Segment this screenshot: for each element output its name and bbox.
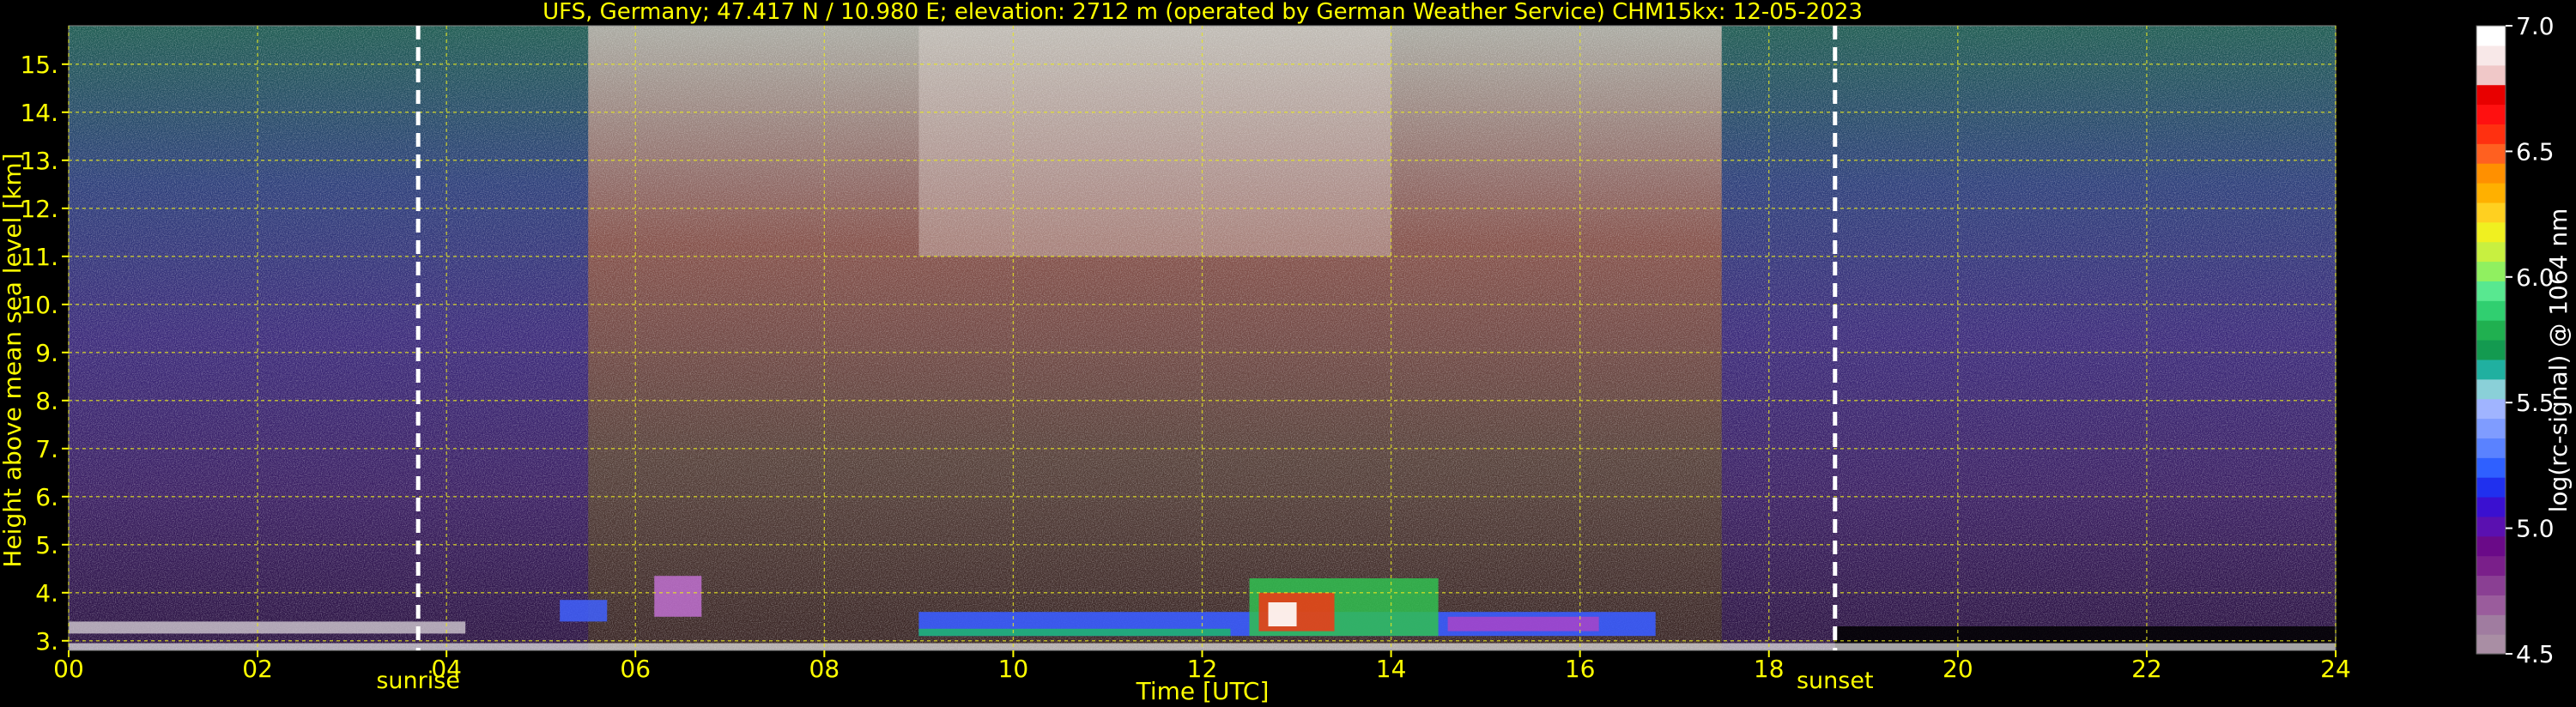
sunset-label: sunset (1797, 668, 1874, 694)
colorbar-segment (2476, 300, 2506, 321)
colorbar-segment (2476, 281, 2506, 301)
colorbar-segment (2476, 241, 2506, 263)
colorbar-segment (2476, 575, 2506, 595)
colorbar-segment (2476, 163, 2506, 184)
colorbar-segment (2476, 477, 2506, 498)
x-tick-label: 02 (242, 655, 273, 683)
x-tick-label: 06 (620, 655, 651, 683)
colorbar-segment (2476, 143, 2506, 164)
y-tick-label: 4. (35, 579, 58, 607)
colorbar-tick-label: 5.0 (2516, 515, 2555, 543)
colorbar-segment (2476, 438, 2506, 458)
colorbar-segment (2476, 221, 2506, 243)
y-tick-label: 14. (20, 99, 58, 127)
y-tick-label: 3. (35, 627, 58, 656)
y-tick-label: 8. (35, 387, 58, 415)
colorbar-segment (2476, 359, 2506, 380)
x-tick-label: 20 (1943, 655, 1973, 683)
colorbar-tick-label: 7.0 (2516, 12, 2555, 40)
colorbar-segment (2476, 340, 2506, 360)
colorbar-segment (2476, 497, 2506, 517)
boundary-layer-low (918, 628, 1231, 637)
ceilometer-chart: UFS, Germany; 47.417 N / 10.980 E; eleva… (0, 0, 2576, 707)
colorbar-segment (2476, 45, 2506, 66)
cloud-base (1268, 602, 1297, 626)
night-aerosol (69, 621, 466, 634)
colorbar-tick-label: 6.5 (2516, 137, 2555, 166)
colorbar-segment (2476, 398, 2506, 420)
chart-title: UFS, Germany; 47.417 N / 10.980 E; eleva… (542, 0, 1863, 25)
x-tick-label: 24 (2320, 655, 2351, 683)
y-tick-label: 6. (35, 483, 58, 511)
colorbar-segment (2476, 202, 2506, 223)
colorbar-segment (2476, 418, 2506, 438)
colorbar-segment (2476, 183, 2506, 203)
y-tick-label: 9. (35, 339, 58, 367)
y-axis-label: Height above mean sea level [km] (0, 153, 27, 567)
colorbar-segment (2476, 320, 2506, 341)
x-tick-label: 04 (431, 655, 462, 683)
colorbar-segment (2476, 555, 2506, 577)
morning-cloud (654, 576, 702, 617)
colorbar-tick-label: 4.5 (2516, 640, 2555, 668)
colorbar-segment (2476, 516, 2506, 537)
x-tick-label: 10 (998, 655, 1029, 683)
x-axis-label: Time [UTC] (1136, 677, 1270, 705)
y-tick-label: 7. (35, 435, 58, 463)
y-tick-label: 15. (20, 51, 58, 79)
colorbar-segment (2476, 634, 2506, 655)
colorbar-segment (2476, 457, 2506, 478)
x-tick-label: 18 (1754, 655, 1785, 683)
x-tick-label: 00 (53, 655, 84, 683)
colorbar-label: log(rc-signal) @ 1064 nm (2544, 208, 2573, 513)
aerosol-layer (1447, 616, 1599, 631)
colorbar-segment (2476, 104, 2506, 124)
y-tick-label: 5. (35, 531, 58, 559)
colorbar-segment (2476, 378, 2506, 400)
colorbar-segment (2476, 84, 2506, 106)
morning-layer (560, 600, 608, 622)
colorbar-segment (2476, 595, 2506, 615)
x-tick-label: 14 (1376, 655, 1407, 683)
x-tick-label: 08 (809, 655, 840, 683)
x-tick-label: 16 (1565, 655, 1596, 683)
colorbar-segment (2476, 261, 2506, 281)
colorbar-segment (2476, 614, 2506, 635)
colorbar-segment (2476, 26, 2506, 46)
colorbar-segment (2476, 64, 2506, 86)
colorbar-segment (2476, 124, 2506, 144)
x-tick-label: 22 (2131, 655, 2162, 683)
colorbar-segment (2476, 535, 2506, 557)
